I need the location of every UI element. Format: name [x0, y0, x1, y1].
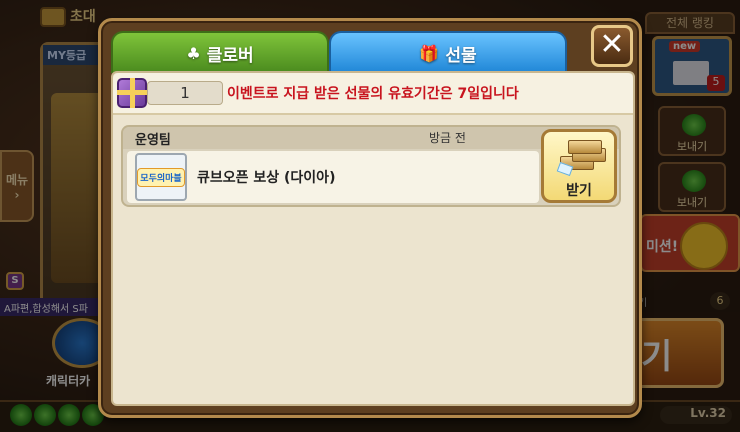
close-icon: ✕	[599, 27, 625, 62]
tab-label: 클로버	[206, 45, 254, 66]
item-body: 모두의마블 큐브오픈 보상 (다이아)	[127, 151, 539, 203]
gift-box-icon	[117, 78, 147, 108]
tab-label: 선물	[445, 45, 477, 66]
gold-bars-icon	[554, 140, 608, 177]
game-logo-thumbnail: 모두의마블	[135, 153, 187, 201]
receive-label: 받기	[566, 183, 592, 199]
close-button[interactable]: ✕	[591, 25, 633, 67]
gift-icon: 🎁	[419, 43, 440, 63]
sender-label: 운영팀	[135, 133, 171, 148]
gift-title: 큐브오픈 보상 (다이아)	[197, 170, 336, 186]
game-logo-icon: 모두의마블	[137, 167, 185, 187]
receive-button[interactable]: 받기	[541, 129, 617, 203]
gift-count: 1	[147, 81, 223, 105]
gift-panel: 1 이벤트로 지급 받은 선물의 유효기간은 7일입니다 운영팀 방금 전 모두…	[111, 71, 635, 406]
tab-gift[interactable]: 🎁 선물	[329, 31, 567, 73]
list-item: 운영팀 방금 전 모두의마블 큐브오픈 보상 (다이아) 받기	[121, 125, 621, 207]
tab-clover[interactable]: ♣ 클로버	[111, 31, 329, 73]
notice-bar: 1 이벤트로 지급 받은 선물의 유효기간은 7일입니다	[113, 73, 633, 115]
gift-modal: ♣ 클로버 🎁 선물 ✕ 1 이벤트로 지급 받은 선물의 유효기간은 7일입니…	[98, 18, 642, 418]
timestamp: 방금 전	[429, 131, 466, 145]
clover-icon: ♣	[186, 43, 201, 63]
expiry-notice: 이벤트로 지급 받은 선물의 유효기간은 7일입니다	[227, 86, 519, 102]
